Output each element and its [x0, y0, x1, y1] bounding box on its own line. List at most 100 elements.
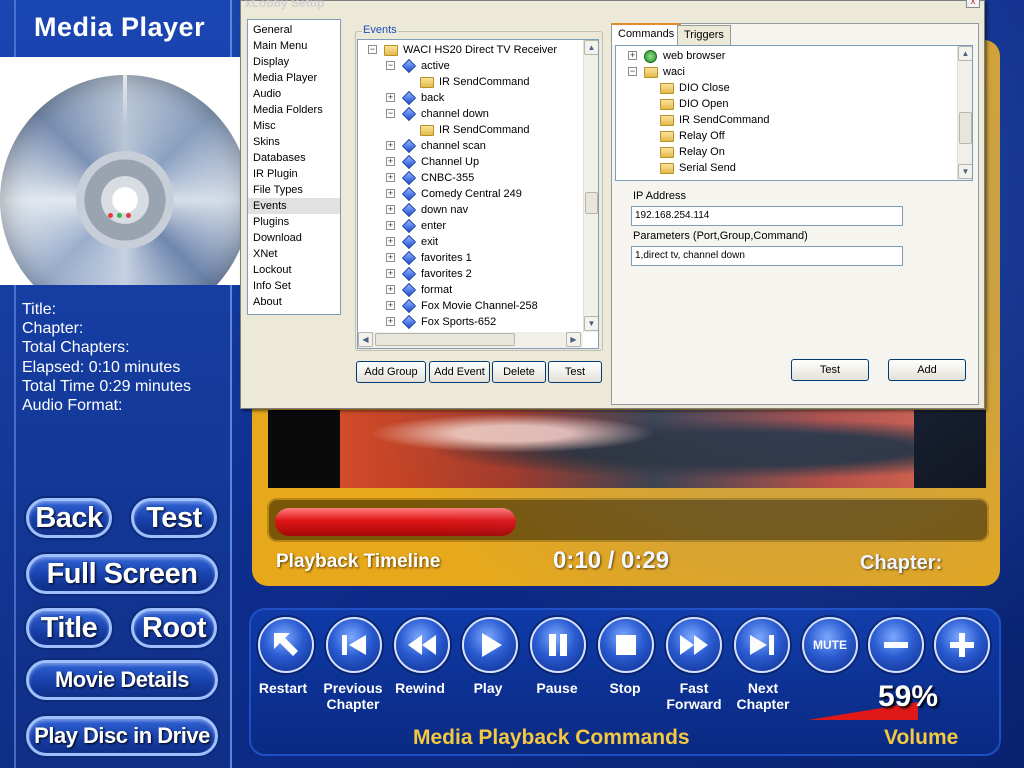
test-command-button[interactable]: Test	[791, 359, 869, 381]
event-tree-item[interactable]: IR SendCommand	[358, 74, 580, 90]
command-tree-item[interactable]: DIO Open	[616, 96, 956, 112]
collapse-icon[interactable]: −	[386, 109, 395, 118]
nav-item-audio[interactable]: Audio	[248, 86, 340, 102]
command-tree-item[interactable]: + web browser	[616, 48, 956, 64]
event-tree-item[interactable]: + Fox Sports-652	[358, 314, 580, 330]
add-command-button[interactable]: Add	[888, 359, 966, 381]
expand-icon[interactable]: +	[628, 51, 637, 60]
commands-vertical-scrollbar[interactable]: ▲ ▼	[957, 46, 972, 180]
event-tree-item[interactable]: + down nav	[358, 202, 580, 218]
scroll-thumb[interactable]	[585, 192, 598, 214]
nav-item-plugins[interactable]: Plugins	[248, 214, 340, 230]
full-screen-button[interactable]: Full Screen	[26, 554, 218, 594]
event-tree-item[interactable]: + channel scan	[358, 138, 580, 154]
expand-icon[interactable]: +	[386, 221, 395, 230]
command-tree-item[interactable]: DIO Close	[616, 80, 956, 96]
event-tree-item[interactable]: + Fox Movie Channel-258	[358, 298, 580, 314]
command-tree-item[interactable]: Serial Send	[616, 160, 956, 176]
event-tree-item[interactable]: + exit	[358, 234, 580, 250]
previous-chapter-button[interactable]	[326, 617, 382, 673]
volume-up-button[interactable]	[934, 617, 990, 673]
add-group-button[interactable]: Add Group	[356, 361, 426, 383]
mute-button[interactable]: MUTE	[802, 617, 858, 673]
stop-button[interactable]	[598, 617, 654, 673]
scroll-thumb[interactable]	[959, 112, 972, 144]
nav-item-xnet[interactable]: XNet	[248, 246, 340, 262]
nav-item-info-set[interactable]: Info Set	[248, 278, 340, 294]
event-tree-item[interactable]: + favorites 1	[358, 250, 580, 266]
restart-button[interactable]	[258, 617, 314, 673]
nav-item-events[interactable]: Events	[248, 198, 340, 214]
play-disc-button[interactable]: Play Disc in Drive	[26, 716, 218, 756]
events-horizontal-scrollbar[interactable]: ◀ ▶	[358, 332, 583, 348]
test-event-button[interactable]: Test	[548, 361, 602, 383]
add-event-button[interactable]: Add Event	[429, 361, 490, 383]
event-tree-item[interactable]: + favorites 2	[358, 266, 580, 282]
event-tree-item[interactable]: − channel down	[358, 106, 580, 122]
video-area[interactable]	[268, 410, 986, 488]
scroll-left-icon[interactable]: ◀	[358, 332, 373, 347]
events-vertical-scrollbar[interactable]: ▲ ▼	[583, 40, 598, 332]
command-tree-item[interactable]: Relay Off	[616, 128, 956, 144]
scroll-down-icon[interactable]: ▼	[584, 316, 598, 331]
scroll-up-icon[interactable]: ▲	[958, 46, 972, 61]
fast-forward-button[interactable]	[666, 617, 722, 673]
nav-item-lockout[interactable]: Lockout	[248, 262, 340, 278]
parameters-field[interactable]: 1,direct tv, channel down	[631, 246, 903, 266]
expand-icon[interactable]: +	[386, 141, 395, 150]
collapse-icon[interactable]: −	[628, 67, 637, 76]
expand-icon[interactable]: +	[386, 93, 395, 102]
expand-icon[interactable]: +	[386, 189, 395, 198]
expand-icon[interactable]: +	[386, 205, 395, 214]
close-button[interactable]: x	[966, 0, 980, 8]
event-tree-item[interactable]: − WACI HS20 Direct TV Receiver	[358, 42, 580, 58]
title-button[interactable]: Title	[26, 608, 112, 648]
movie-details-button[interactable]: Movie Details	[26, 660, 218, 700]
nav-item-general[interactable]: General	[248, 22, 340, 38]
ip-address-field[interactable]: 192.168.254.114	[631, 206, 903, 226]
event-tree-item[interactable]: IR SendCommand	[358, 122, 580, 138]
expand-icon[interactable]: +	[386, 157, 395, 166]
playback-timeline[interactable]	[267, 498, 989, 542]
event-tree-item[interactable]: − active	[358, 58, 580, 74]
nav-item-display[interactable]: Display	[248, 54, 340, 70]
command-tree-item[interactable]: − waci	[616, 64, 956, 80]
delete-button[interactable]: Delete	[492, 361, 546, 383]
play-button[interactable]	[462, 617, 518, 673]
event-tree-item[interactable]: + format	[358, 282, 580, 298]
scroll-down-icon[interactable]: ▼	[958, 164, 972, 179]
nav-item-file-types[interactable]: File Types	[248, 182, 340, 198]
command-tree-item[interactable]: IR SendCommand	[616, 112, 956, 128]
expand-icon[interactable]: +	[386, 317, 395, 326]
scroll-up-icon[interactable]: ▲	[584, 40, 598, 55]
event-tree-item[interactable]: + back	[358, 90, 580, 106]
expand-icon[interactable]: +	[386, 173, 395, 182]
expand-icon[interactable]: +	[386, 285, 395, 294]
scroll-thumb-horizontal[interactable]	[375, 333, 515, 346]
event-tree-item[interactable]: + Comedy Central 249	[358, 186, 580, 202]
back-button[interactable]: Back	[26, 498, 112, 538]
nav-item-about[interactable]: About	[248, 294, 340, 310]
scroll-right-icon[interactable]: ▶	[566, 332, 581, 347]
pause-button[interactable]	[530, 617, 586, 673]
expand-icon[interactable]: +	[386, 301, 395, 310]
volume-down-button[interactable]	[868, 617, 924, 673]
expand-icon[interactable]: +	[386, 253, 395, 262]
nav-item-media-player[interactable]: Media Player	[248, 70, 340, 86]
command-tree-item[interactable]: Relay On	[616, 144, 956, 160]
nav-item-media-folders[interactable]: Media Folders	[248, 102, 340, 118]
nav-item-ir-plugin[interactable]: IR Plugin	[248, 166, 340, 182]
rewind-button[interactable]	[394, 617, 450, 673]
nav-item-skins[interactable]: Skins	[248, 134, 340, 150]
root-button[interactable]: Root	[131, 608, 217, 648]
expand-icon[interactable]: +	[386, 237, 395, 246]
nav-item-main-menu[interactable]: Main Menu	[248, 38, 340, 54]
collapse-icon[interactable]: −	[368, 45, 377, 54]
tab-triggers[interactable]: Triggers	[677, 25, 731, 45]
next-chapter-button[interactable]	[734, 617, 790, 673]
collapse-icon[interactable]: −	[386, 61, 395, 70]
expand-icon[interactable]: +	[386, 269, 395, 278]
tab-commands[interactable]: Commands	[611, 23, 682, 45]
event-tree-item[interactable]: + Channel Up	[358, 154, 580, 170]
nav-item-misc[interactable]: Misc	[248, 118, 340, 134]
